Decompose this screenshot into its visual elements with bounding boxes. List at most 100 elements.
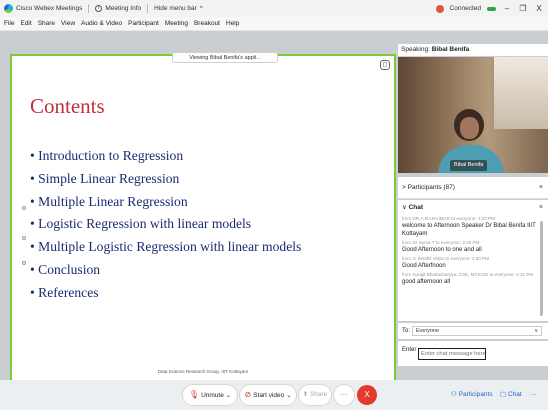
chat-icon: ▢ — [500, 391, 507, 398]
end-meeting-button[interactable]: X — [357, 385, 377, 405]
chat-message-text: welcome to Afternoon Speaker Dr Bibal Be… — [402, 223, 536, 237]
more-options-button[interactable]: ··· — [334, 385, 354, 405]
start-video-button[interactable]: ⊘ Start video ⌄ — [240, 385, 296, 405]
annotation-tool-icon[interactable] — [22, 206, 26, 210]
menu-audio-video[interactable]: Audio & Video — [81, 20, 122, 27]
to-label: To: — [402, 328, 411, 334]
participants-icon: ⚇ — [451, 391, 457, 398]
participants-label: Participants (87) — [407, 184, 455, 191]
annotation-tool-icon[interactable] — [22, 236, 26, 240]
info-icon[interactable]: i — [95, 5, 103, 12]
slide-bullet: • Introduction to Regression — [30, 148, 184, 163]
slide-title: Contents — [30, 94, 105, 118]
menu-view[interactable]: View — [61, 20, 75, 27]
chat-message-text: good afternoon all — [402, 279, 451, 285]
chat-message-list[interactable]: from DR.A.RAJKUMAR to everyone: 2:22 PM … — [398, 216, 548, 321]
chat-scrollbar[interactable] — [540, 221, 543, 316]
menu-help[interactable]: Help — [226, 20, 239, 27]
menu-breakout[interactable]: Breakout — [194, 20, 220, 27]
close-participants-icon[interactable]: × — [539, 177, 543, 199]
chat-recipient-select[interactable]: Everyone ∨ — [412, 326, 542, 336]
chat-message: from G Senthil Velan to everyone: 2:30 P… — [402, 256, 540, 270]
video-name-tag: Bibal Benifa — [450, 160, 488, 171]
slide-bullet: • Multiple Linear Regression — [30, 193, 188, 209]
hide-menu-bar-button[interactable]: Hide menu bar — [154, 5, 197, 12]
chat-label: Chat — [408, 204, 424, 211]
chat-input-row: Enter — [398, 341, 548, 366]
info-glyph: i — [98, 5, 100, 11]
share-control-glyph: ◻ — [382, 62, 388, 68]
annotation-tool-icon[interactable] — [22, 261, 26, 265]
slide-bullet: • Multiple Logistic Regression with line… — [30, 239, 302, 255]
chat-message: from DR.A.RAJKUMAR to everyone: 2:22 PM … — [402, 216, 540, 238]
start-video-label: Start video — [253, 392, 285, 399]
meeting-info-button[interactable]: Meeting Info — [105, 5, 141, 12]
sharing-banner[interactable]: Viewing Bibal Benifa's appli... — [172, 52, 278, 63]
webex-logo-icon — [4, 4, 13, 13]
chat-message-input[interactable] — [418, 348, 486, 360]
chevron-down-icon: ∨ — [402, 204, 407, 211]
active-speaker-label: Speaking: Bibal Benifa — [398, 44, 548, 56]
slide-bullet: • Logistic Regression with linear models — [30, 216, 252, 232]
participants-toggle-label: Participants — [458, 391, 493, 398]
close-chat-icon[interactable]: × — [539, 200, 543, 216]
slide-bullet: • Simple Linear Regression — [30, 170, 180, 186]
recipient-value: Everyone — [416, 328, 440, 334]
video-name-text: Bibal Benifa — [454, 162, 484, 168]
unmute-dropdown-icon[interactable]: ⌄ — [226, 392, 231, 399]
divider — [147, 4, 149, 13]
menu-meeting[interactable]: Meeting — [165, 20, 188, 27]
menu-edit[interactable]: Edit — [20, 20, 31, 27]
speaker-video[interactable]: Bibal Benifa — [398, 57, 548, 173]
more-icon: ··· — [340, 391, 348, 398]
shared-content-frame[interactable]: Contents • Introduction to Regression • … — [10, 52, 396, 389]
chevron-down-icon: ∨ — [534, 328, 538, 334]
slide-bullet-list: • Introduction to Regression • Simple Li… — [30, 145, 301, 305]
end-meeting-icon: X — [364, 390, 370, 399]
slide-bullet: • References — [30, 284, 99, 300]
menu-file[interactable]: File — [4, 20, 14, 27]
title-bar-left: Cisco Webex Meetings i Meeting Info Hide… — [0, 4, 203, 13]
minimize-button[interactable]: – — [502, 4, 512, 13]
chat-panel-header[interactable]: ∨ Chat × — [398, 200, 548, 216]
chat-message-text: Good Afterfnoon — [402, 263, 446, 269]
microphone-muted-icon: 🎙 — [188, 390, 200, 399]
connection-status[interactable]: Connected — [450, 5, 481, 12]
chat-toggle-button[interactable]: ▢ Chat — [500, 380, 522, 410]
share-icon: ⬆ — [302, 391, 309, 398]
title-bar: Cisco Webex Meetings i Meeting Info Hide… — [0, 0, 548, 17]
chat-message-text: Good Afternoon to one and all — [402, 247, 482, 253]
menu-participant[interactable]: Participant — [128, 20, 159, 27]
menu-share[interactable]: Share — [38, 20, 55, 27]
enter-label: Enter — [402, 347, 417, 353]
connection-quality-icon — [487, 6, 496, 11]
participants-panel-header[interactable]: > Participants (87) × — [398, 177, 548, 199]
share-label: Share — [309, 391, 328, 398]
title-bar-right: Connected – ❐ X — [435, 0, 544, 17]
presentation-slide: Contents • Introduction to Regression • … — [12, 56, 394, 387]
participants-toggle-button[interactable]: ⚇ Participants — [451, 380, 493, 410]
app-name: Cisco Webex Meetings — [16, 5, 83, 12]
speaking-prefix: Speaking: — [401, 46, 430, 53]
chevron-right-icon: > — [402, 184, 406, 191]
slide-footer: Data Science Research Group, IIIT Kottay… — [157, 369, 249, 374]
slide-bullet: • Conclusion — [30, 261, 101, 277]
restore-button[interactable]: ❐ — [518, 4, 528, 13]
menu-bar: File Edit Share View Audio & Video Parti… — [0, 17, 548, 31]
speaker-face — [460, 117, 479, 139]
chat-message: from Surajit Bhattacharyya, CSE, MCKVIE … — [402, 272, 540, 286]
share-control-icon[interactable]: ◻ — [380, 60, 390, 70]
video-off-icon: ⊘ — [244, 390, 252, 399]
video-dropdown-icon[interactable]: ⌄ — [286, 392, 291, 399]
unmute-label: Unmute — [201, 392, 224, 399]
meeting-controls-bar: 🎙 Unmute ⌄ ⊘ Start video ⌄ ⬆ Share ··· X ⚇… — [0, 380, 548, 410]
chevron-up-icon[interactable]: ^ — [200, 5, 203, 12]
close-window-button[interactable]: X — [534, 4, 544, 13]
share-button[interactable]: ⬆ Share — [299, 385, 331, 405]
video-window-light — [494, 57, 548, 129]
chat-message: from Dr Suma T to everyone: 2:28 PM Good… — [402, 240, 540, 254]
unmute-button[interactable]: 🎙 Unmute ⌄ — [183, 385, 237, 405]
more-panels-button[interactable]: ··· — [530, 380, 537, 410]
divider — [88, 4, 90, 13]
chat-recipient-row: To: Everyone ∨ — [398, 323, 548, 339]
